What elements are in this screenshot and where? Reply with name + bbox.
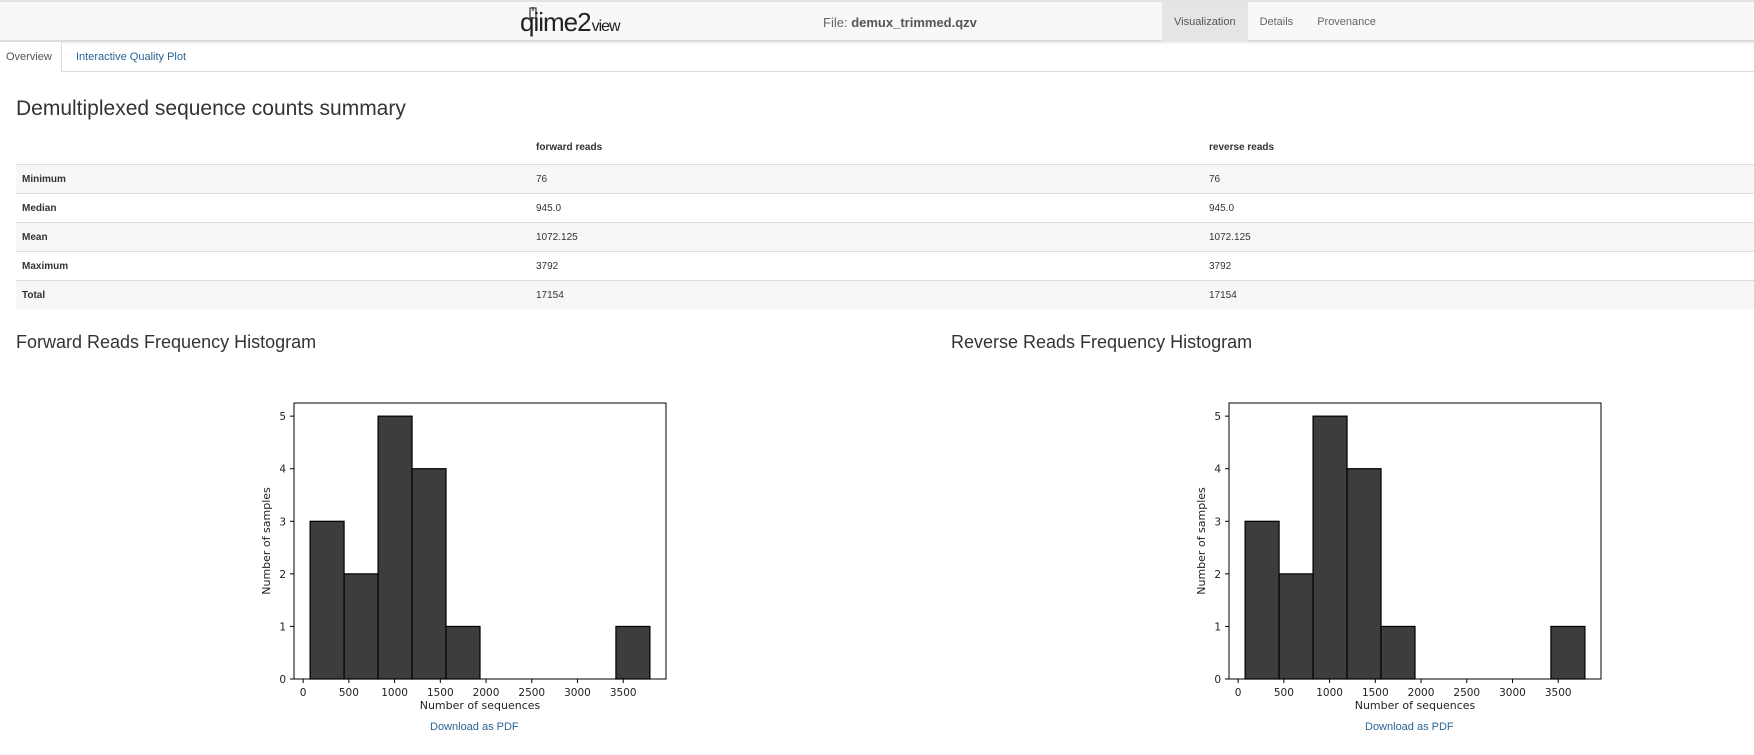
nav-visualization[interactable]: Visualization xyxy=(1162,2,1248,42)
row-label: Minimum xyxy=(16,164,530,194)
histogram-bar xyxy=(1312,415,1348,680)
histogram-bar xyxy=(411,468,447,680)
x-axis-label: Number of sequences xyxy=(420,699,541,712)
reverse-value: 76 xyxy=(1203,164,1754,194)
y-tick-label: 4 xyxy=(279,464,286,476)
y-tick-label: 5 xyxy=(279,411,286,423)
reverse-value: 1072.125 xyxy=(1203,222,1754,252)
histogram-bar xyxy=(1380,625,1416,680)
forward-histogram-title: Forward Reads Frequency Histogram xyxy=(16,332,317,352)
x-tick-label: 500 xyxy=(1274,687,1294,699)
file-info: File: demux_trimmed.qzv xyxy=(823,15,977,30)
row-label: Total xyxy=(16,280,530,309)
forward-value: 945.0 xyxy=(530,193,1203,223)
row-label: Maximum xyxy=(16,251,530,281)
y-tick-label: 1 xyxy=(279,621,286,633)
forward-histogram-chart: 0 500 1000 1500 2000 2500 3000 3500 0 1 2 3 4 5 Number… xyxy=(255,395,675,720)
table-row: Maximum 3792 3792 xyxy=(16,251,1754,281)
y-axis-label: Number of samples xyxy=(260,487,273,595)
x-tick-label: 1500 xyxy=(427,687,454,699)
histogram-bar xyxy=(1550,625,1586,680)
summary-title: Demultiplexed sequence counts summary xyxy=(16,97,406,120)
column-header-reverse: reverse reads xyxy=(1209,142,1275,153)
histogram-bar xyxy=(445,625,481,680)
x-tick-label: 2000 xyxy=(473,687,500,699)
nav-details[interactable]: Details xyxy=(1248,2,1306,42)
x-tick-label: 1000 xyxy=(381,687,408,699)
reverse-value: 945.0 xyxy=(1203,193,1754,223)
reverse-histogram-title: Reverse Reads Frequency Histogram xyxy=(951,332,1253,352)
x-tick-label: 0 xyxy=(300,687,307,699)
reverse-value: 17154 xyxy=(1203,280,1754,309)
histogram-bar xyxy=(1278,573,1314,680)
x-tick-label: 2000 xyxy=(1408,687,1435,699)
histogram-bar xyxy=(377,415,413,680)
y-tick-label: 4 xyxy=(1214,464,1221,476)
reverse-histogram-svg: 0 500 1000 1500 2000 2500 3000 3500 0 1 2 3 4 5 Number… xyxy=(1195,402,1602,712)
table-row: Total 17154 17154 xyxy=(16,280,1754,309)
summary-table: forward reads reverse reads Minimum 76 7… xyxy=(16,138,1754,309)
y-tick-label: 0 xyxy=(279,674,286,686)
reverse-histogram-chart: 0 500 1000 1500 2000 2500 3000 3500 0 1 2 3 4 5 Number… xyxy=(1190,395,1610,720)
histogram-bar xyxy=(1346,468,1382,680)
nav-provenance[interactable]: Provenance xyxy=(1305,2,1388,42)
tab-overview[interactable]: Overview xyxy=(0,42,62,73)
table-header-empty xyxy=(16,138,530,165)
histogram-bar xyxy=(1244,520,1280,680)
y-tick-label: 5 xyxy=(1214,411,1221,423)
x-tick-label: 500 xyxy=(339,687,359,699)
x-tick-label: 3500 xyxy=(610,687,637,699)
qiime2-view-logo[interactable]: qiime2view xyxy=(520,7,621,37)
row-label: Median xyxy=(16,193,530,223)
x-tick-label: 2500 xyxy=(518,687,545,699)
table-row: Mean 1072.125 1072.125 xyxy=(16,222,1754,252)
logo-main-text: qiime2 xyxy=(520,7,592,37)
y-tick-label: 2 xyxy=(279,569,286,581)
y-tick-label: 0 xyxy=(1214,674,1221,686)
main-nav: Visualization Details Provenance xyxy=(1162,2,1388,42)
x-tick-label: 0 xyxy=(1235,687,1242,699)
histogram-bar xyxy=(615,625,651,680)
logo-sub-text: view xyxy=(591,18,621,35)
y-tick-label: 2 xyxy=(1214,569,1221,581)
forward-download-pdf-link[interactable]: Download as PDF xyxy=(430,721,519,733)
x-tick-label: 1500 xyxy=(1362,687,1389,699)
forward-value: 17154 xyxy=(530,280,1203,309)
forward-value: 76 xyxy=(530,164,1203,194)
tab-interactive-quality-plot[interactable]: Interactive Quality Plot xyxy=(70,42,192,72)
y-axis-label: Number of samples xyxy=(1195,487,1208,595)
row-label: Mean xyxy=(16,222,530,252)
table-row: Median 945.0 945.0 xyxy=(16,193,1754,223)
x-tick-label: 1000 xyxy=(1316,687,1343,699)
reverse-value: 3792 xyxy=(1203,251,1754,281)
x-tick-label: 3000 xyxy=(564,687,591,699)
top-navbar: qiime2view File: demux_trimmed.qzv Visua… xyxy=(0,0,1754,42)
file-name: demux_trimmed.qzv xyxy=(851,15,977,30)
y-tick-label: 3 xyxy=(1214,516,1221,528)
y-tick-label: 1 xyxy=(1214,621,1221,633)
table-header-row: forward reads reverse reads xyxy=(16,138,1754,165)
x-tick-label: 3500 xyxy=(1545,687,1572,699)
forward-value: 1072.125 xyxy=(530,222,1203,252)
y-tick-label: 3 xyxy=(279,516,286,528)
x-axis-label: Number of sequences xyxy=(1355,699,1476,712)
histogram-bar xyxy=(343,573,379,680)
forward-histogram-svg: 0 500 1000 1500 2000 2500 3000 3500 0 1 2 3 4 5 Number… xyxy=(260,402,667,712)
forward-value: 3792 xyxy=(530,251,1203,281)
x-tick-label: 2500 xyxy=(1453,687,1480,699)
histogram-bar xyxy=(309,520,345,680)
x-tick-label: 3000 xyxy=(1499,687,1526,699)
file-label: File: xyxy=(823,15,848,30)
view-tabs: Overview Interactive Quality Plot xyxy=(0,42,1754,73)
table-row: Minimum 76 76 xyxy=(16,164,1754,194)
reverse-download-pdf-link[interactable]: Download as PDF xyxy=(1365,721,1454,733)
column-header-forward: forward reads xyxy=(536,142,603,153)
